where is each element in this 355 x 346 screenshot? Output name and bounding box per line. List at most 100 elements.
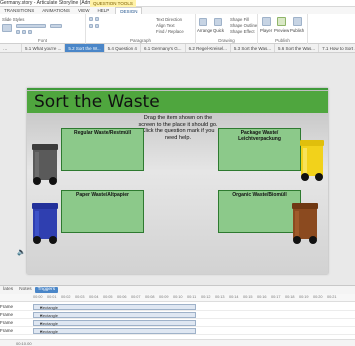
ruler-tick: 00:12 — [201, 295, 211, 299]
ruler-tick: 00:10 — [173, 295, 183, 299]
bullets-icon[interactable] — [89, 17, 93, 21]
text-direction-button[interactable]: Text Direction — [156, 17, 182, 22]
timeline-bar[interactable]: Rectangle ▾ — [33, 328, 196, 334]
timeline-row[interactable]: Frame Rectangle ▾ — [0, 303, 355, 311]
player-button[interactable]: Player — [260, 28, 272, 33]
timeline-ruler: 00:00 00:01 00:02 00:03 00:04 00:05 00:0… — [0, 294, 355, 302]
ruler-tick: 00:17 — [271, 295, 281, 299]
timeline-bar[interactable]: Rectangle ▾ — [33, 304, 196, 310]
font-name-dropdown[interactable] — [16, 24, 46, 28]
ruler-tick: 00:00 — [33, 295, 43, 299]
slide-tab[interactable]: 7.1 How to Sort ... — [319, 44, 355, 52]
slide-tab[interactable]: 6.1 Germany's G... — [141, 44, 186, 52]
shape-effect-button[interactable]: Shape Effect — [230, 29, 255, 34]
tab-animations[interactable]: ANIMATIONS — [38, 7, 74, 14]
drop-zone-package[interactable]: Package Waste/ Leichtverpackung — [218, 128, 301, 171]
row-name: Frame — [0, 304, 14, 309]
ruler-tick: 00:07 — [131, 295, 141, 299]
chevron-down-icon[interactable]: ▾ — [40, 305, 194, 310]
tab-notes[interactable]: Notes — [16, 286, 35, 294]
drop-zone-paper[interactable]: Paper Waste/Altpapier — [61, 190, 144, 233]
drawing-group-label: Drawing — [218, 38, 235, 43]
timeline-bar[interactable]: Rectangle ▾ — [33, 320, 196, 326]
tab-states[interactable]: lates — [0, 286, 16, 294]
ribbon-tabs: TRANSITIONS ANIMATIONS VIEW HELP DESIGN — [0, 7, 355, 14]
quick-styles-label[interactable]: Quick — [213, 28, 224, 33]
arrange-icon[interactable] — [199, 18, 207, 26]
quick-styles-icon[interactable] — [214, 18, 222, 26]
row-name: Frame — [0, 328, 14, 333]
slide-tabs: … 5.1 What you're ... 5.2 Sort the W... … — [0, 44, 355, 53]
ruler-tick: 00:02 — [61, 295, 71, 299]
slide-tab[interactable]: 5.4 Question 4 — [105, 44, 141, 52]
question-tools-tab[interactable]: QUESTION TOOLS — [90, 0, 136, 7]
ruler-tick: 00:19 — [299, 295, 309, 299]
slide-tab[interactable]: 5.3 Sort the Was... — [231, 44, 275, 52]
shape-fill-button[interactable]: Shape Fill — [230, 17, 249, 22]
publish-button[interactable]: Publish — [290, 28, 304, 33]
find-replace-button[interactable]: Find / Replace — [156, 29, 184, 34]
drop-zone-regular[interactable]: Regular Waste/Restmüll — [61, 128, 144, 171]
align-left-icon[interactable] — [89, 24, 93, 28]
slide-tab-active[interactable]: 5.2 Sort the W... — [65, 44, 105, 52]
ruler-tick: 00:03 — [75, 295, 85, 299]
tab-view[interactable]: VIEW — [74, 7, 94, 14]
slide-stage: Sort the Waste Drag the item shown on th… — [0, 53, 355, 285]
bold-icon[interactable] — [16, 30, 20, 34]
font-icon[interactable] — [2, 24, 12, 32]
timeline-row[interactable]: Frame Rectangle ▾ — [0, 327, 355, 335]
yellow-bin-icon[interactable] — [299, 138, 325, 182]
ruler-tick: 00:05 — [103, 295, 113, 299]
ruler-tick: 00:18 — [285, 295, 295, 299]
brown-bin-icon[interactable] — [289, 201, 321, 245]
player-icon[interactable] — [262, 17, 271, 26]
row-name: Frame — [0, 320, 14, 325]
ruler-tick: 00:13 — [215, 295, 225, 299]
timeline-row[interactable]: Frame Rectangle ▾ — [0, 319, 355, 327]
italic-icon[interactable] — [22, 30, 26, 34]
slide-styles-label[interactable]: Slide Styles — [2, 17, 24, 22]
tab-design[interactable]: DESIGN — [115, 7, 143, 14]
timeline-bar[interactable]: Rectangle ▾ — [33, 312, 196, 318]
slide-canvas[interactable]: Sort the Waste Drag the item shown on th… — [27, 88, 328, 274]
chevron-down-icon[interactable]: ▾ — [40, 313, 194, 318]
align-text-button[interactable]: Align Text — [156, 23, 175, 28]
numbering-icon[interactable] — [95, 17, 99, 21]
tab-transitions[interactable]: TRANSITIONS — [0, 7, 38, 14]
slide-tab-overflow[interactable]: … — [0, 44, 22, 52]
chevron-down-icon[interactable]: ▾ — [40, 321, 194, 326]
slide-title[interactable]: Sort the Waste — [34, 92, 160, 112]
publish-icon[interactable] — [293, 17, 302, 26]
slide-tab[interactable]: 6.2 Regel-Kreisel... — [186, 44, 231, 52]
chevron-down-icon[interactable]: ▾ — [40, 329, 194, 334]
tab-triggers[interactable]: Triggers — [34, 287, 59, 293]
ribbon: Slide Styles Font Text Direction Align T… — [0, 14, 355, 44]
preview-button[interactable]: Preview — [274, 28, 289, 33]
underline-icon[interactable] — [28, 30, 32, 34]
slide-tab[interactable]: 5.1 What you're ... — [22, 44, 66, 52]
ruler-tick: 00:06 — [117, 295, 127, 299]
instructions-text[interactable]: Drag the item shown on the screen to the… — [137, 115, 219, 141]
ruler-tick: 00:15 — [243, 295, 253, 299]
timeline-row[interactable]: Frame Rectangle ▾ — [0, 311, 355, 319]
ruler-tick: 00:16 — [257, 295, 267, 299]
timeline-panel: lates Notes Triggers 00:00 00:01 00:02 0… — [0, 285, 355, 346]
zone-label-regular: Regular Waste/Restmüll — [73, 130, 132, 136]
title-banner: Sort the Waste — [27, 91, 328, 113]
zone-label-paper: Paper Waste/Altpapier — [76, 192, 129, 198]
font-group-label: Font — [37, 38, 47, 43]
publish-group-label: Publish — [275, 38, 290, 43]
tab-help[interactable]: HELP — [93, 7, 113, 14]
ruler-tick: 00:09 — [159, 295, 169, 299]
blue-bin-icon[interactable] — [29, 201, 61, 245]
preview-icon[interactable] — [277, 17, 286, 26]
align-center-icon[interactable] — [95, 24, 99, 28]
publish-group: Player Preview Publish Publish — [258, 14, 308, 44]
grey-bin-icon[interactable] — [29, 142, 61, 186]
arrange-label[interactable]: Arrange — [197, 28, 212, 33]
shape-outline-button[interactable]: Shape Outline — [230, 23, 257, 28]
speaker-icon[interactable]: 🔈 — [17, 248, 26, 256]
font-size-dropdown[interactable] — [50, 24, 62, 28]
storyline-window: Germany.story - Articulate Storyline (Ad… — [0, 0, 355, 346]
slide-tab[interactable]: 5.6 Sort the Was... — [275, 44, 320, 52]
